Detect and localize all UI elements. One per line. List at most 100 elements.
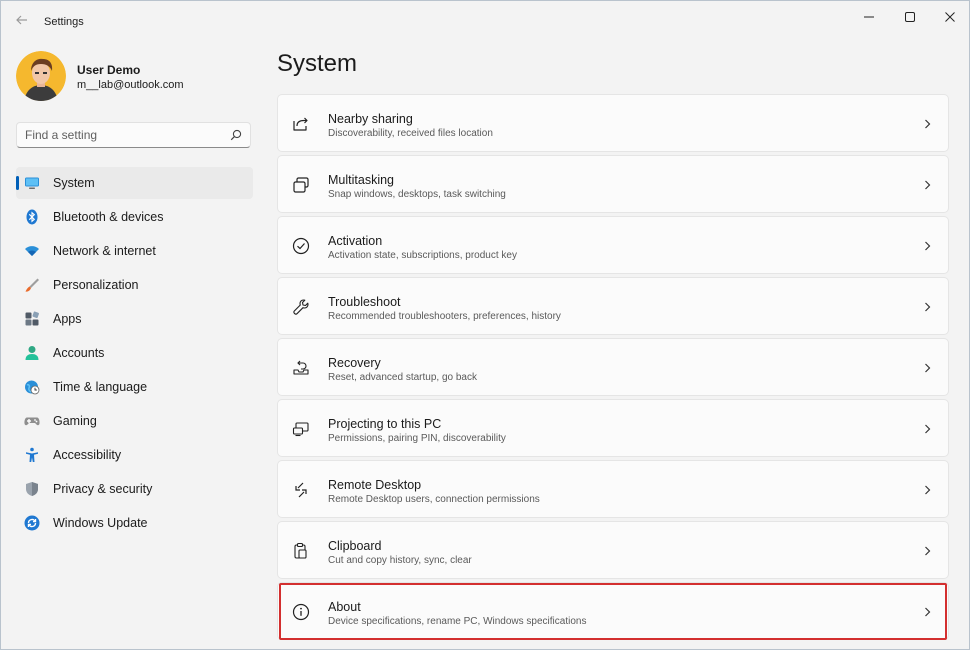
search-input[interactable] — [25, 127, 225, 143]
sidebar-item-time-language[interactable]: Time & language — [16, 371, 253, 403]
maximize-button[interactable] — [890, 6, 930, 28]
close-button[interactable] — [930, 6, 970, 28]
apps-icon — [24, 311, 40, 327]
card-subtitle: Cut and copy history, sync, clear — [328, 555, 472, 566]
card-title: Projecting to this PC — [328, 417, 441, 431]
card-title: Troubleshoot — [328, 295, 401, 309]
minimize-icon — [863, 11, 875, 23]
sidebar-item-windows-update[interactable]: Windows Update — [16, 507, 253, 539]
user-email: m__lab@outlook.com — [77, 79, 184, 91]
sidebar-item-label: Accessibility — [53, 448, 121, 462]
card-title: Remote Desktop — [328, 478, 421, 492]
card-multitasking[interactable]: Multitasking Snap windows, desktops, tas… — [277, 155, 949, 213]
arrow-left-icon — [15, 13, 29, 27]
wrench-icon — [292, 298, 310, 316]
bluetooth-icon — [24, 209, 40, 225]
close-icon — [944, 11, 956, 23]
avatar[interactable] — [16, 51, 66, 101]
title-bar: Settings — [1, 1, 969, 41]
back-button[interactable] — [13, 13, 31, 31]
card-subtitle: Discoverability, received files location — [328, 128, 493, 139]
card-subtitle: Device specifications, rename PC, Window… — [328, 616, 586, 627]
card-about[interactable]: About Device specifications, rename PC, … — [277, 582, 949, 640]
search-box[interactable] — [16, 122, 251, 148]
card-title: Multitasking — [328, 173, 394, 187]
user-avatar-icon — [16, 51, 66, 101]
card-title: Activation — [328, 234, 382, 248]
recovery-icon — [292, 359, 310, 377]
chevron-right-icon — [924, 363, 931, 373]
card-subtitle: Reset, advanced startup, go back — [328, 372, 477, 383]
card-activation[interactable]: Activation Activation state, subscriptio… — [277, 216, 949, 274]
chevron-right-icon — [924, 302, 931, 312]
share-icon — [292, 115, 310, 133]
clipboard-icon — [292, 542, 310, 560]
person-icon — [24, 345, 40, 361]
chevron-right-icon — [924, 119, 931, 129]
minimize-button[interactable] — [849, 6, 889, 28]
brush-icon — [24, 277, 40, 293]
sidebar-item-label: Bluetooth & devices — [53, 210, 164, 224]
sidebar-item-label: Accounts — [53, 346, 104, 360]
card-projecting[interactable]: Projecting to this PC Permissions, pairi… — [277, 399, 949, 457]
remote-desktop-icon — [292, 481, 310, 499]
sidebar-item-bluetooth[interactable]: Bluetooth & devices — [16, 201, 253, 233]
sidebar-item-gaming[interactable]: Gaming — [16, 405, 253, 437]
globe-clock-icon — [24, 379, 40, 395]
settings-window: Settings User Demo m__lab@outlook.com — [0, 0, 970, 650]
info-icon — [292, 603, 310, 621]
card-subtitle: Recommended troubleshooters, preferences… — [328, 311, 561, 322]
sidebar-item-accessibility[interactable]: Accessibility — [16, 439, 253, 471]
card-title: Nearby sharing — [328, 112, 413, 126]
card-title: Recovery — [328, 356, 381, 370]
card-subtitle: Snap windows, desktops, task switching — [328, 189, 506, 200]
settings-list: Nearby sharing Discoverability, received… — [277, 93, 950, 649]
multitask-icon — [292, 176, 310, 194]
sidebar-item-label: Network & internet — [53, 244, 156, 258]
user-name: User Demo — [77, 63, 140, 77]
sidebar-item-privacy-security[interactable]: Privacy & security — [16, 473, 253, 505]
sidebar-item-label: System — [53, 176, 95, 190]
card-subtitle: Remote Desktop users, connection permiss… — [328, 494, 540, 505]
sidebar-item-label: Privacy & security — [53, 482, 152, 496]
search-icon[interactable] — [230, 129, 242, 141]
sidebar-item-label: Gaming — [53, 414, 97, 428]
projector-icon — [292, 420, 310, 438]
check-circle-icon — [292, 237, 310, 255]
sidebar-item-label: Personalization — [53, 278, 138, 292]
card-title: Clipboard — [328, 539, 382, 553]
wifi-icon — [24, 243, 40, 259]
sidebar-item-apps[interactable]: Apps — [16, 303, 253, 335]
card-title: About — [328, 600, 361, 614]
sidebar-item-label: Time & language — [53, 380, 147, 394]
card-recovery[interactable]: Recovery Reset, advanced startup, go bac… — [277, 338, 949, 396]
app-title: Settings — [44, 16, 84, 28]
card-remote-desktop[interactable]: Remote Desktop Remote Desktop users, con… — [277, 460, 949, 518]
card-clipboard[interactable]: Clipboard Cut and copy history, sync, cl… — [277, 521, 949, 579]
sidebar-item-label: Apps — [53, 312, 82, 326]
card-nearby-sharing[interactable]: Nearby sharing Discoverability, received… — [277, 94, 949, 152]
chevron-right-icon — [924, 424, 931, 434]
update-icon — [24, 515, 40, 531]
page-title: System — [277, 50, 357, 78]
sidebar-item-accounts[interactable]: Accounts — [16, 337, 253, 369]
accessibility-icon — [24, 447, 40, 463]
sidebar-item-system[interactable]: System — [16, 167, 253, 199]
sidebar-nav: System Bluetooth & devices Network & int… — [16, 167, 253, 541]
gamepad-icon — [24, 413, 40, 429]
sidebar-item-label: Windows Update — [53, 516, 148, 530]
sidebar-item-personalization[interactable]: Personalization — [16, 269, 253, 301]
maximize-icon — [904, 11, 916, 23]
chevron-right-icon — [924, 485, 931, 495]
chevron-right-icon — [924, 180, 931, 190]
shield-icon — [24, 481, 40, 497]
monitor-icon — [24, 175, 40, 191]
card-subtitle: Permissions, pairing PIN, discoverabilit… — [328, 433, 506, 444]
chevron-right-icon — [924, 241, 931, 251]
card-subtitle: Activation state, subscriptions, product… — [328, 250, 517, 261]
sidebar-item-network[interactable]: Network & internet — [16, 235, 253, 267]
chevron-right-icon — [924, 546, 931, 556]
chevron-right-icon — [924, 607, 931, 617]
selection-indicator — [16, 176, 19, 190]
card-troubleshoot[interactable]: Troubleshoot Recommended troubleshooters… — [277, 277, 949, 335]
